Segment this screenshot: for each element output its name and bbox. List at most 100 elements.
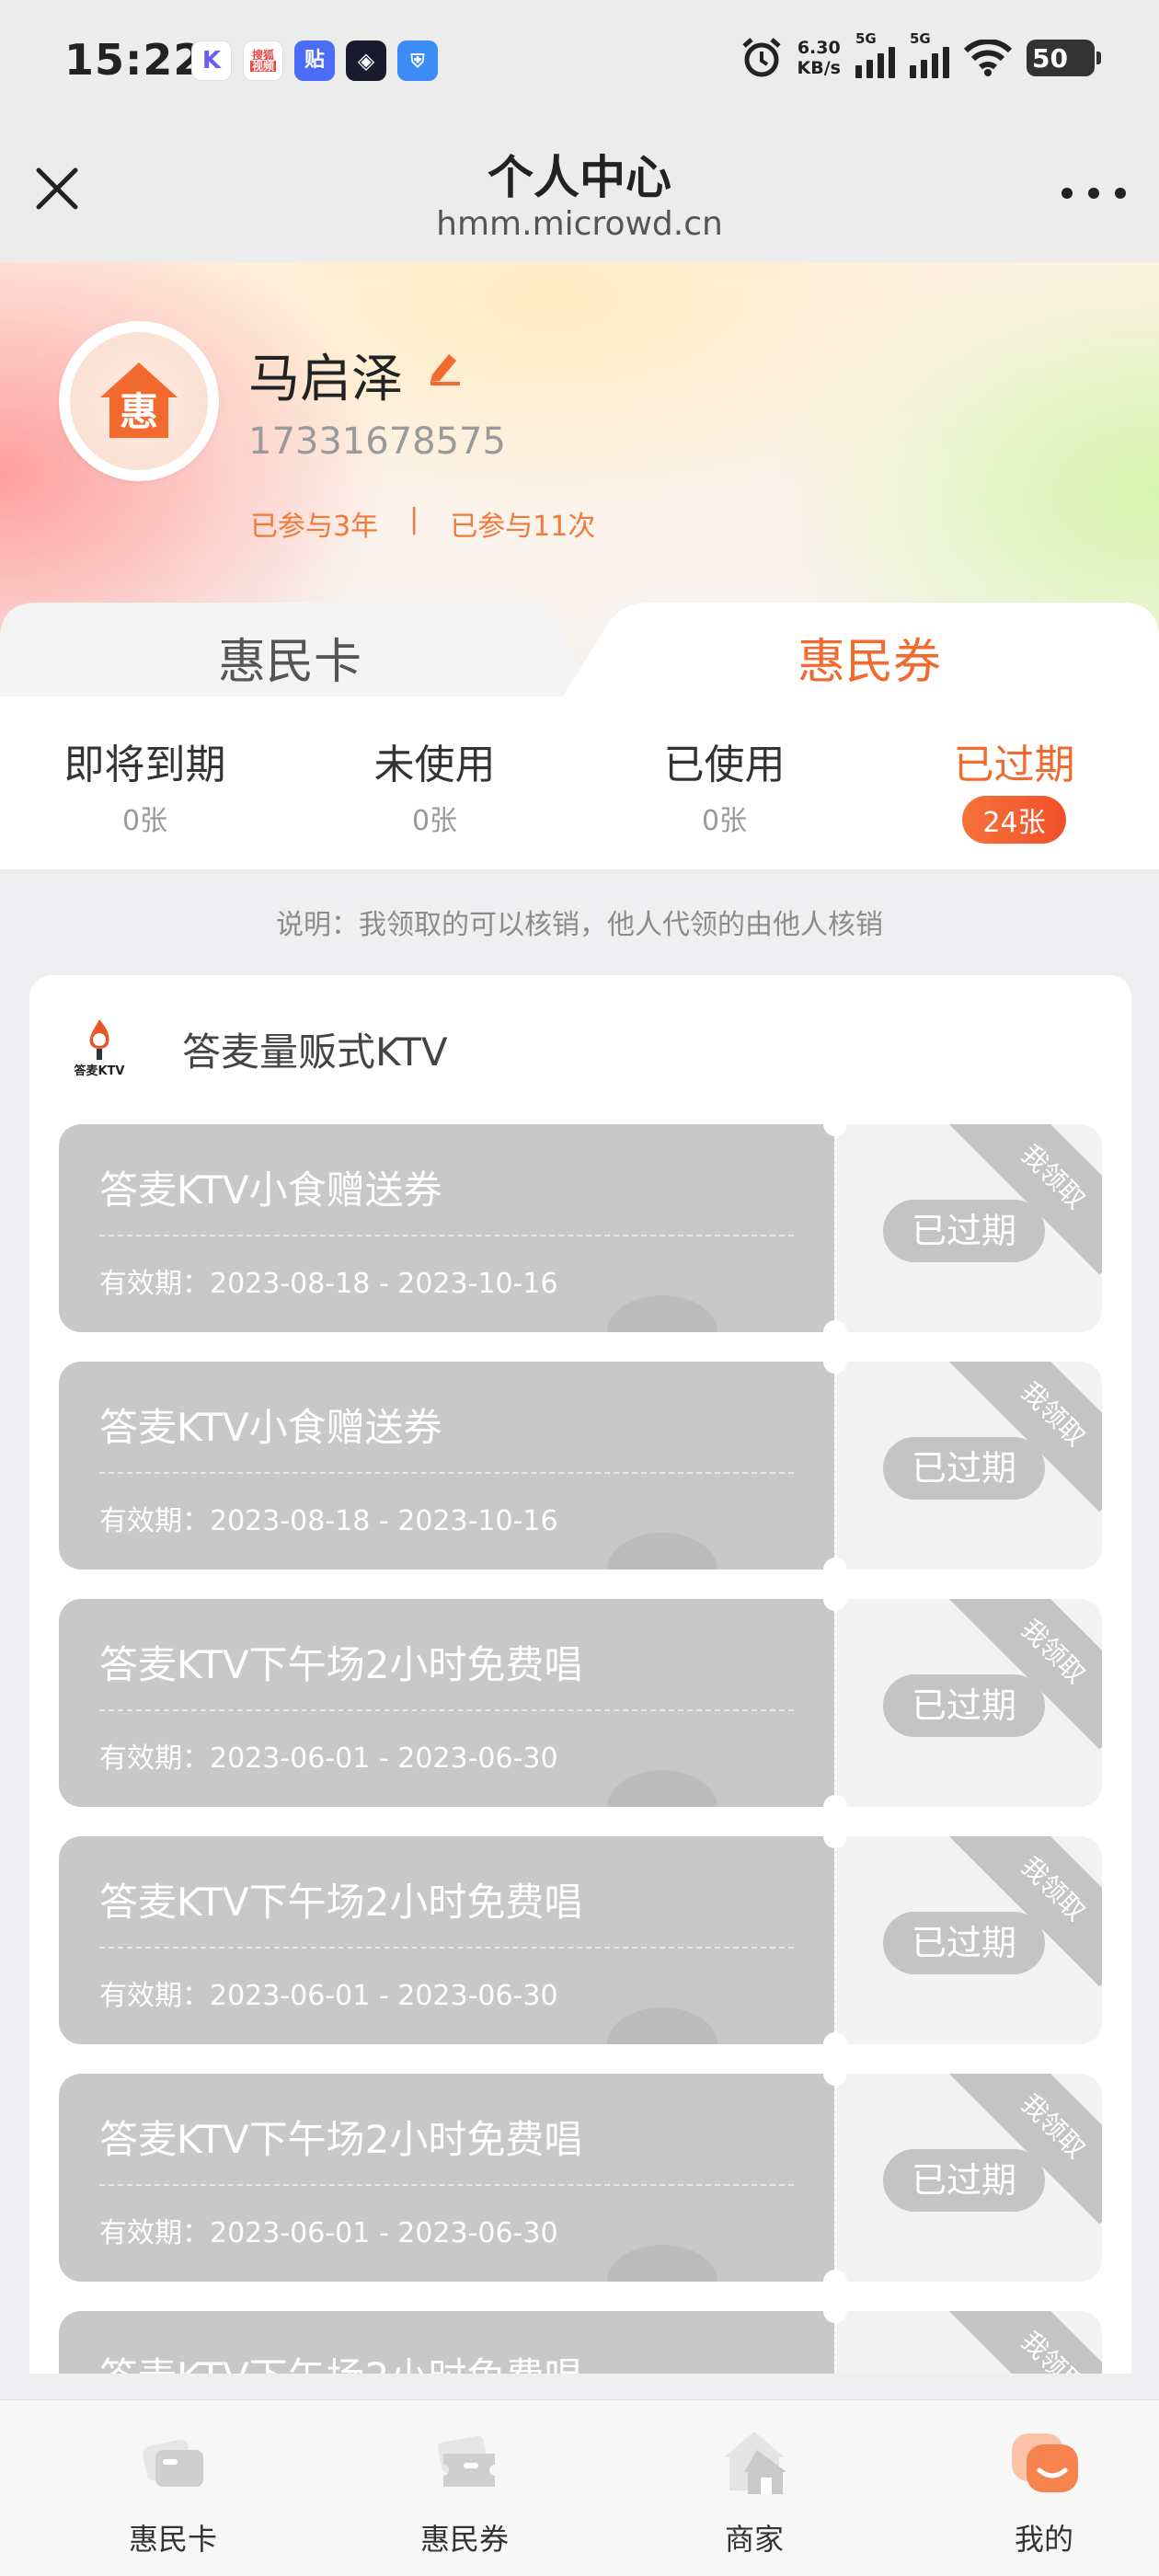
tab-huimin-voucher[interactable]: 惠民券	[580, 623, 1159, 692]
tab-count: 0张	[121, 805, 168, 837]
tab-count: 0张	[701, 805, 748, 837]
times-stat: 已参与11次	[450, 511, 596, 543]
coupon-body: 答麦KTV下午场2小时免费唱	[59, 2311, 834, 2374]
stats-separator: |	[409, 503, 419, 535]
years-stat: 已参与3年	[250, 511, 379, 543]
coupon-body: 答麦KTV下午场2小时免费唱有效期：2023-06-01 - 2023-06-3…	[59, 1836, 834, 2044]
nav-label: 商家	[724, 2522, 784, 2557]
voucher-icon	[438, 2435, 495, 2487]
coupon-list[interactable]: 答麦KTV 答麦量贩式KTV 答麦KTV小食赠送券有效期：2023-08-18 …	[29, 975, 1131, 2374]
store-icon	[724, 2432, 786, 2494]
more-options-icon[interactable]	[1061, 179, 1126, 207]
coupon-validity: 有效期：2023-06-01 - 2023-06-30	[99, 2217, 558, 2249]
coupon-card[interactable]: 答麦KTV小食赠送券 有效期：2023-08-18 - 2023-10-16 我领取…	[59, 1350, 1102, 1581]
nav-merchant[interactable]: 商家	[662, 2426, 846, 2559]
page-title: 个人中心	[488, 151, 671, 204]
card-icon	[143, 2439, 203, 2487]
tieba-icon: 贴	[294, 40, 335, 81]
notification-icons: K 搜狐 视频 贴 ◈ ⛨	[191, 40, 438, 81]
tab-label: 未使用	[373, 742, 496, 788]
wifi-icon	[964, 40, 1012, 76]
coupon-notch	[823, 2299, 847, 2323]
expired-status-button[interactable]: 已过期	[883, 1437, 1045, 1500]
profile-icon	[1012, 2433, 1078, 2492]
coupon-notch	[823, 2032, 847, 2056]
alarm-icon	[741, 38, 781, 77]
coupon-divider	[99, 1709, 794, 1711]
app-cube-icon: ◈	[346, 40, 386, 81]
usage-note: 说明：我领取的可以核销，他人代领的由他人核销	[276, 909, 883, 941]
coupon-divider	[99, 1947, 794, 1949]
coupon-notch	[823, 1558, 847, 1581]
coupon-body: 答麦KTV小食赠送券有效期：2023-08-18 - 2023-10-16	[59, 1124, 834, 1332]
battery-icon: 50	[1027, 40, 1101, 76]
tab-unused[interactable]: 未使用 0张	[290, 731, 580, 838]
hui-logo-icon: 惠	[100, 362, 178, 438]
svg-text:答麦KTV: 答麦KTV	[74, 1064, 124, 1078]
tab-expiring-soon[interactable]: 即将到期 0张	[0, 731, 290, 838]
sohu-video-icon: 搜狐 视频	[243, 40, 283, 81]
coupon-notch	[823, 1824, 847, 1848]
coupon-divider	[99, 1235, 794, 1236]
coupon-card[interactable]: 答麦KTV下午场2小时免费唱 有效期：2023-06-01 - 2023-06-3…	[59, 1587, 1102, 1819]
avatar[interactable]: 惠	[59, 321, 219, 481]
coupon-card[interactable]: 答麦KTV小食赠送券 有效期：2023-08-18 - 2023-10-16 我领取…	[59, 1112, 1102, 1344]
coupon-notch	[823, 2062, 847, 2086]
tab-label: 即将到期	[63, 742, 226, 788]
tab-count-badge: 24张	[962, 796, 1066, 844]
coupon-validity: 有效期：2023-08-18 - 2023-10-16	[99, 1268, 558, 1300]
coupon-stub: 我领取 已过期	[834, 1362, 1102, 1570]
voucher-filter-tabs: 即将到期 0张 未使用 0张 已使用 0张 已过期 24张	[0, 696, 1159, 869]
tab-count: 0张	[411, 805, 458, 837]
coupon-stub: 我领取 已过期	[834, 1124, 1102, 1332]
coupon-body: 答麦KTV下午场2小时免费唱有效期：2023-06-01 - 2023-06-3…	[59, 2074, 834, 2282]
nav-huimin-voucher[interactable]: 惠民券	[373, 2426, 557, 2559]
coupon-title: 答麦KTV下午场2小时免费唱	[99, 1880, 583, 1925]
user-phone: 17331678575	[248, 420, 506, 463]
status-time: 15:22	[64, 35, 204, 85]
coupon-validity: 有效期：2023-08-18 - 2023-10-16	[99, 1505, 558, 1537]
app-k-icon: K	[191, 40, 232, 81]
svg-text:惠: 惠	[120, 389, 158, 434]
edit-icon[interactable]	[425, 347, 464, 385]
tab-huimin-card[interactable]: 惠民卡	[0, 623, 580, 692]
net-speed: 6.30 KB/s	[797, 38, 841, 78]
coupon-notch	[823, 1350, 847, 1374]
coupon-notch	[823, 1795, 847, 1819]
merchant-name: 答麦量贩式KTV	[182, 1029, 448, 1075]
coupon-title: 答麦KTV小食赠送券	[99, 1405, 442, 1450]
participation-stats: 已参与3年 | 已参与11次	[250, 503, 595, 544]
nav-label: 惠民卡	[128, 2522, 217, 2557]
expired-status-button[interactable]: 已过期	[883, 2149, 1045, 2212]
expired-status-button[interactable]: 已过期	[883, 1674, 1045, 1737]
signal-1-icon: 5G	[855, 30, 895, 78]
expired-status-button[interactable]: 已过期	[883, 1912, 1045, 1974]
nav-label: 惠民券	[419, 2522, 509, 2557]
coupon-body: 答麦KTV小食赠送券有效期：2023-08-18 - 2023-10-16	[59, 1362, 834, 1570]
tab-used[interactable]: 已使用 0张	[580, 731, 869, 838]
coupon-stub: 我领取 已过期	[834, 2074, 1102, 2282]
coupon-title: 答麦KTV下午场2小时免费唱	[99, 2117, 583, 2162]
coupon-notch	[823, 1112, 847, 1136]
coupon-validity: 有效期：2023-06-01 - 2023-06-30	[99, 1980, 558, 2012]
tab-label: 已使用	[663, 742, 786, 788]
coupon-title: 答麦KTV小食赠送券	[99, 1167, 442, 1213]
merchant-header[interactable]: 答麦KTV 答麦量贩式KTV	[66, 1012, 448, 1086]
nav-mine[interactable]: 我的	[952, 2426, 1136, 2559]
shield-app-icon: ⛨	[397, 40, 438, 81]
coupon-card[interactable]: 答麦KTV下午场2小时免费唱有效期：2023-06-01 - 2023-06-3…	[59, 1824, 1102, 2056]
coupon-divider	[99, 1472, 794, 1474]
coupon-notch	[823, 1587, 847, 1611]
tab-expired[interactable]: 已过期 24张	[869, 731, 1159, 844]
expired-status-button[interactable]: 已过期	[883, 1200, 1045, 1262]
coupon-validity: 有效期：2023-06-01 - 2023-06-30	[99, 1742, 558, 1775]
status-bar: 15:22 K 搜狐 视频 贴 ◈ ⛨ 6.30 KB/s 5G 5G 50	[0, 0, 1159, 124]
nav-huimin-card[interactable]: 惠民卡	[81, 2426, 265, 2559]
title-bar: 个人中心 hmm.microwd.cn	[0, 124, 1159, 262]
main-tabs: 惠民卡 惠民券	[0, 603, 1159, 699]
coupon-stub: 我领取	[834, 2311, 1102, 2374]
coupon-card[interactable]: 答麦KTV下午场2小时免费唱 我领取	[59, 2299, 1102, 2374]
coupon-card[interactable]: 答麦KTV下午场2小时免费唱有效期：2023-06-01 - 2023-06-3…	[59, 2062, 1102, 2294]
coupon-divider	[99, 2184, 794, 2186]
bottom-navigation: 惠民卡 惠民券 商家 我的	[0, 2399, 1159, 2576]
